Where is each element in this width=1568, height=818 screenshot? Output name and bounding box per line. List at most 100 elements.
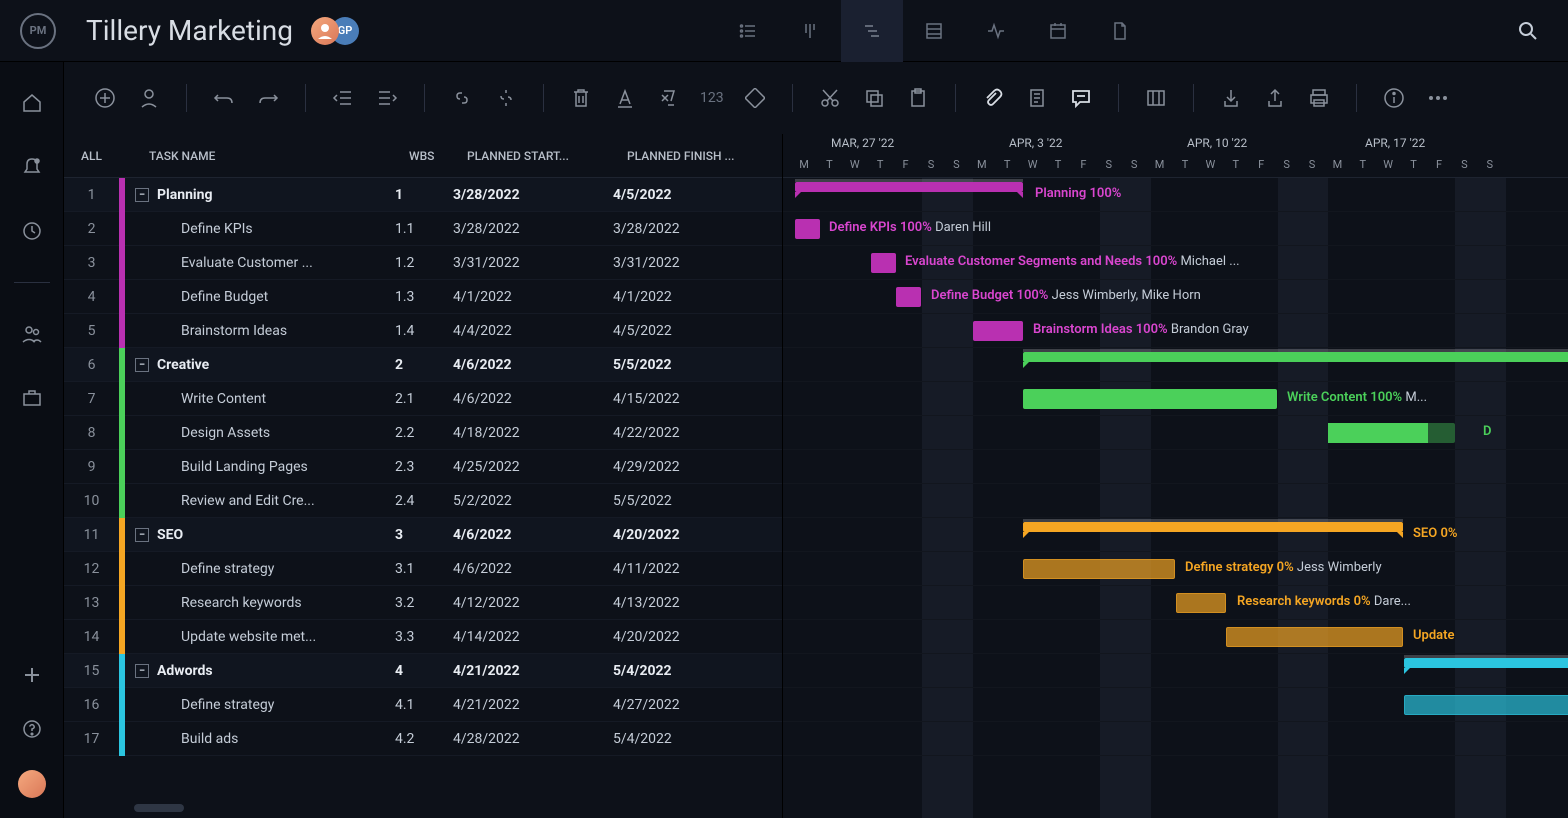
view-doc-icon[interactable] (1089, 0, 1151, 62)
gantt-row[interactable]: Update (783, 620, 1568, 654)
import-icon[interactable] (1218, 85, 1244, 111)
gantt-bar[interactable] (1023, 559, 1175, 579)
finish-cell[interactable]: 4/20/2022 (603, 629, 763, 645)
print-icon[interactable] (1306, 85, 1332, 111)
table-row[interactable]: 4Define Budget1.34/1/20224/1/2022 (64, 280, 782, 314)
gantt-row[interactable]: SEO 0% (783, 518, 1568, 552)
task-name-cell[interactable]: Define strategy (125, 697, 385, 713)
undo-icon[interactable] (211, 85, 237, 111)
briefcase-icon[interactable] (19, 385, 45, 411)
collapse-icon[interactable]: − (135, 528, 149, 542)
start-cell[interactable]: 5/2/2022 (443, 493, 603, 509)
task-name-cell[interactable]: Update website met... (125, 629, 385, 645)
start-cell[interactable]: 4/4/2022 (443, 323, 603, 339)
task-name-cell[interactable]: Build ads (125, 731, 385, 747)
finish-cell[interactable]: 5/5/2022 (603, 493, 763, 509)
table-row[interactable]: 5Brainstorm Ideas1.44/4/20224/5/2022 (64, 314, 782, 348)
gantt-row[interactable]: Research keywords 0% Dare... (783, 586, 1568, 620)
start-cell[interactable]: 4/12/2022 (443, 595, 603, 611)
bell-icon[interactable] (19, 154, 45, 180)
task-name-cell[interactable]: −Planning (125, 187, 385, 203)
start-cell[interactable]: 3/28/2022 (443, 187, 603, 203)
more-icon[interactable] (1425, 85, 1451, 111)
gantt-row[interactable]: Planning 100% (783, 178, 1568, 212)
start-cell[interactable]: 4/21/2022 (443, 697, 603, 713)
member-avatars[interactable]: GP (311, 17, 359, 45)
collapse-icon[interactable]: − (135, 188, 149, 202)
start-cell[interactable]: 4/14/2022 (443, 629, 603, 645)
gantt-bar[interactable] (973, 321, 1023, 341)
start-cell[interactable]: 4/28/2022 (443, 731, 603, 747)
finish-cell[interactable]: 5/4/2022 (603, 663, 763, 679)
gantt-row[interactable] (783, 722, 1568, 756)
start-cell[interactable]: 3/28/2022 (443, 221, 603, 237)
collapse-icon[interactable]: − (135, 358, 149, 372)
redo-icon[interactable] (255, 85, 281, 111)
start-cell[interactable]: 4/25/2022 (443, 459, 603, 475)
finish-cell[interactable]: 4/11/2022 (603, 561, 763, 577)
task-name-cell[interactable]: Design Assets (125, 425, 385, 441)
gantt-row[interactable]: Write Content 100% M... (783, 382, 1568, 416)
table-row[interactable]: 10Review and Edit Cre...2.45/2/20225/5/2… (64, 484, 782, 518)
cut-icon[interactable] (817, 85, 843, 111)
start-cell[interactable]: 4/1/2022 (443, 289, 603, 305)
finish-cell[interactable]: 4/1/2022 (603, 289, 763, 305)
view-activity-icon[interactable] (965, 0, 1027, 62)
notes-icon[interactable] (1024, 85, 1050, 111)
priority-icon[interactable] (742, 85, 768, 111)
copy-icon[interactable] (861, 85, 887, 111)
columns-icon[interactable] (1143, 85, 1169, 111)
table-row[interactable]: 2Define KPIs1.13/28/20223/28/2022 (64, 212, 782, 246)
info-icon[interactable] (1381, 85, 1407, 111)
task-name-cell[interactable]: Build Landing Pages (125, 459, 385, 475)
indent-icon[interactable] (374, 85, 400, 111)
task-name-cell[interactable]: Evaluate Customer ... (125, 255, 385, 271)
gantt-bar[interactable] (1404, 658, 1568, 668)
table-row[interactable]: 3Evaluate Customer ...1.23/31/20223/31/2… (64, 246, 782, 280)
finish-cell[interactable]: 5/4/2022 (603, 731, 763, 747)
finish-cell[interactable]: 5/5/2022 (603, 357, 763, 373)
finish-cell[interactable]: 4/5/2022 (603, 187, 763, 203)
table-scrollbar[interactable] (134, 804, 782, 814)
user-avatar[interactable] (18, 770, 46, 798)
gantt-row[interactable] (783, 450, 1568, 484)
gantt-bar[interactable] (1023, 522, 1403, 532)
task-name-cell[interactable]: Define Budget (125, 289, 385, 305)
task-name-cell[interactable]: Research keywords (125, 595, 385, 611)
gantt-bar[interactable] (795, 182, 1023, 192)
gantt-bar[interactable] (1023, 352, 1568, 362)
add-icon[interactable] (19, 662, 45, 688)
gantt-row[interactable]: Brainstorm Ideas 100% Brandon Gray (783, 314, 1568, 348)
table-row[interactable]: 8Design Assets2.24/18/20224/22/2022 (64, 416, 782, 450)
task-name-cell[interactable]: Brainstorm Ideas (125, 323, 385, 339)
gantt-bar[interactable] (1328, 423, 1455, 443)
finish-cell[interactable]: 4/22/2022 (603, 425, 763, 441)
unlink-icon[interactable] (493, 85, 519, 111)
text-style-icon[interactable] (612, 85, 638, 111)
finish-cell[interactable]: 3/28/2022 (603, 221, 763, 237)
finish-cell[interactable]: 4/13/2022 (603, 595, 763, 611)
start-cell[interactable]: 4/6/2022 (443, 527, 603, 543)
collapse-icon[interactable]: − (135, 664, 149, 678)
gantt-row[interactable] (783, 484, 1568, 518)
gantt-row[interactable]: Define Budget 100% Jess Wimberly, Mike H… (783, 280, 1568, 314)
gantt-row[interactable]: D (783, 416, 1568, 450)
task-name-cell[interactable]: Review and Edit Cre... (125, 493, 385, 509)
start-cell[interactable]: 4/21/2022 (443, 663, 603, 679)
start-cell[interactable]: 3/31/2022 (443, 255, 603, 271)
view-list-icon[interactable] (717, 0, 779, 62)
view-gantt-icon[interactable] (841, 0, 903, 62)
task-name-cell[interactable]: −Creative (125, 357, 385, 373)
view-calendar-icon[interactable] (1027, 0, 1089, 62)
finish-cell[interactable]: 4/5/2022 (603, 323, 763, 339)
help-icon[interactable] (19, 716, 45, 742)
table-row[interactable]: 7Write Content2.14/6/20224/15/2022 (64, 382, 782, 416)
gantt-row[interactable]: Define KPIs 100% Daren Hill (783, 212, 1568, 246)
assign-icon[interactable] (136, 85, 162, 111)
table-row[interactable]: 11−SEO34/6/20224/20/2022 (64, 518, 782, 552)
task-name-cell[interactable]: Define strategy (125, 561, 385, 577)
gantt-bar[interactable] (1023, 389, 1277, 409)
gantt-bar[interactable] (896, 287, 921, 307)
gantt-bar[interactable] (1404, 695, 1568, 715)
finish-cell[interactable]: 3/31/2022 (603, 255, 763, 271)
